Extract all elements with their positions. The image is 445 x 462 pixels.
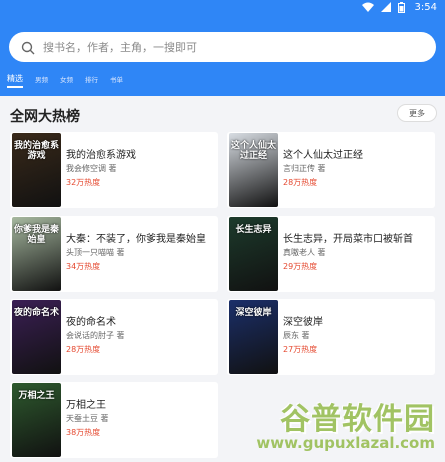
- book-heat: 32万热度: [66, 178, 101, 187]
- watermark-url: www.gupuxlazal.com: [256, 434, 435, 452]
- wifi-icon: [361, 2, 374, 12]
- book-title: 这个人仙太过正经: [283, 150, 363, 161]
- book-heat: 27万热度: [283, 345, 318, 354]
- book-heat: 28万热度: [66, 345, 101, 354]
- book-heat: 34万热度: [66, 262, 101, 271]
- book-heat: 28万热度: [283, 178, 318, 187]
- book-cover: 长生志异: [229, 217, 278, 291]
- book-author: 辰东 著: [283, 331, 310, 340]
- top-bar: 3:54 精选 男频 女频 排行 书单: [0, 0, 445, 96]
- tab-featured[interactable]: 精选: [7, 73, 23, 88]
- tab-male[interactable]: 男频: [35, 74, 48, 87]
- section-title: 全网大热榜: [10, 109, 80, 125]
- book-author: 言归正传 著: [283, 164, 326, 173]
- book-card[interactable]: 深空彼岸 深空彼岸 辰东 著 27万热度: [227, 299, 435, 375]
- book-author: 会说话的肘子 著: [66, 331, 125, 340]
- book-title: 夜的命名术: [66, 317, 116, 328]
- book-author: 天蚕土豆 著: [66, 414, 109, 423]
- watermark-text: 谷普软件园: [280, 402, 435, 437]
- tab-booklist[interactable]: 书单: [110, 74, 123, 87]
- status-bar: 3:54: [361, 0, 437, 14]
- category-tabs: 精选 男频 女频 排行 书单: [0, 70, 123, 90]
- book-title: 大秦：不装了，你爹我是秦始皇: [66, 234, 206, 245]
- book-card[interactable]: 万相之王 万相之王 天蚕土豆 著 38万热度: [10, 382, 218, 458]
- book-cover: 深空彼岸: [229, 300, 278, 374]
- search-bar[interactable]: [9, 32, 436, 62]
- battery-icon: [397, 2, 408, 13]
- book-cover: 我的治愈系游戏: [12, 133, 61, 207]
- book-title: 长生志异，开局菜市口被斩首: [283, 234, 413, 245]
- book-title: 我的治愈系游戏: [66, 150, 136, 161]
- book-heat: 29万热度: [283, 262, 318, 271]
- book-cover: 这个人仙太过正经: [229, 133, 278, 207]
- search-input[interactable]: [43, 40, 403, 54]
- book-author: 头顶一只喵喵 著: [66, 248, 125, 257]
- book-heat: 38万热度: [66, 428, 101, 437]
- search-icon: [21, 40, 35, 55]
- tab-female[interactable]: 女频: [60, 74, 73, 87]
- hot-list-panel: 全网大热榜 更多 我的治愈系游戏 我的治愈系游戏 我会修空调 著 32万热度 这…: [0, 96, 445, 462]
- signal-icon: [380, 2, 391, 12]
- book-author: 我会修空调 著: [66, 164, 117, 173]
- book-title: 万相之王: [66, 400, 106, 411]
- watermark: 谷普软件园 www.gupuxlazal.com: [211, 392, 441, 456]
- book-cover: 夜的命名术: [12, 300, 61, 374]
- tab-ranking[interactable]: 排行: [85, 74, 98, 87]
- book-author: 真嗷老人 著: [283, 248, 326, 257]
- book-card[interactable]: 夜的命名术 夜的命名术 会说话的肘子 著 28万热度: [10, 299, 218, 375]
- book-cover: 你爹我是秦始皇: [12, 217, 61, 291]
- status-time: 3:54: [414, 1, 437, 13]
- book-card[interactable]: 你爹我是秦始皇 大秦：不装了，你爹我是秦始皇 头顶一只喵喵 著 34万热度: [10, 216, 218, 292]
- book-card[interactable]: 长生志异 长生志异，开局菜市口被斩首 真嗷老人 著 29万热度: [227, 216, 435, 292]
- book-cover: 万相之王: [12, 383, 61, 457]
- book-card[interactable]: 这个人仙太过正经 这个人仙太过正经 言归正传 著 28万热度: [227, 132, 435, 208]
- book-card[interactable]: 我的治愈系游戏 我的治愈系游戏 我会修空调 著 32万热度: [10, 132, 218, 208]
- book-title: 深空彼岸: [283, 317, 323, 328]
- more-button[interactable]: 更多: [397, 104, 437, 122]
